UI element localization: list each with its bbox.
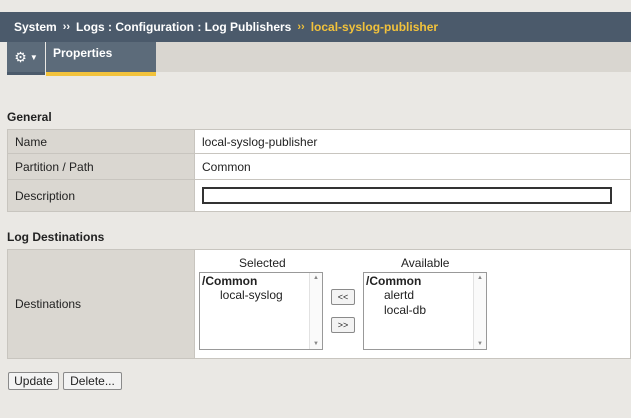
list-item[interactable]: local-db: [364, 303, 486, 318]
available-header: Available: [401, 256, 450, 270]
scroll-down-icon[interactable]: ▼: [313, 341, 319, 347]
tab-properties[interactable]: Properties: [46, 42, 156, 76]
settings-menu-button[interactable]: ⚙ ▼: [7, 42, 45, 75]
name-value: local-syslog-publisher: [194, 129, 631, 154]
selected-header: Selected: [239, 256, 286, 270]
selected-listbox[interactable]: /Common local-syslog ▲ ▼: [199, 272, 323, 350]
tab-row: ⚙ ▼ Properties: [0, 42, 631, 76]
available-group: /Common: [366, 274, 422, 288]
destinations-label: Destinations: [7, 249, 195, 359]
move-right-button[interactable]: >>: [331, 317, 355, 333]
breadcrumb: System ›› Logs : Configuration : Log Pub…: [0, 12, 631, 42]
breadcrumb-current: local-syslog-publisher: [310, 20, 439, 34]
description-cell: [194, 179, 631, 212]
scrollbar[interactable]: ▲ ▼: [309, 273, 322, 349]
section-title-general: General: [7, 110, 52, 124]
list-item[interactable]: local-syslog: [200, 288, 322, 303]
gear-icon: ⚙: [14, 48, 27, 65]
breadcrumb-root[interactable]: System: [14, 20, 57, 34]
section-title-log-destinations: Log Destinations: [7, 230, 105, 244]
general-table: Name local-syslog-publisher Partition / …: [7, 129, 631, 212]
update-button[interactable]: Update: [8, 372, 59, 390]
scroll-down-icon[interactable]: ▼: [477, 341, 483, 347]
scrollbar[interactable]: ▲ ▼: [473, 273, 486, 349]
chevron-down-icon: ▼: [29, 52, 38, 62]
partition-label: Partition / Path: [7, 153, 195, 180]
breadcrumb-separator: ››: [62, 21, 71, 33]
partition-value: Common: [194, 153, 631, 180]
move-left-button[interactable]: <<: [331, 289, 355, 305]
description-input[interactable]: [202, 187, 612, 204]
scroll-up-icon[interactable]: ▲: [313, 275, 319, 281]
breadcrumb-path[interactable]: Logs : Configuration : Log Publishers: [76, 20, 291, 34]
name-label: Name: [7, 129, 195, 154]
available-listbox[interactable]: /Common alertd local-db ▲ ▼: [363, 272, 487, 350]
breadcrumb-separator: ››: [297, 21, 305, 33]
list-item[interactable]: alertd: [364, 288, 486, 303]
scroll-up-icon[interactable]: ▲: [477, 275, 483, 281]
delete-button[interactable]: Delete...: [63, 372, 122, 390]
description-label: Description: [7, 179, 195, 212]
tab-strip: [156, 42, 631, 72]
selected-group: /Common: [202, 274, 258, 288]
